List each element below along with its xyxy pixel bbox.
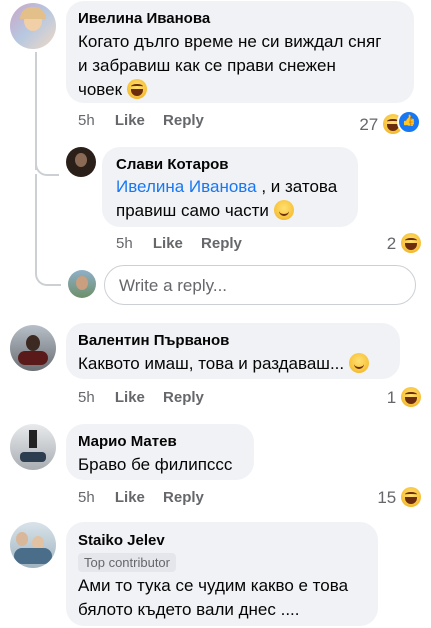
reaction-summary[interactable]: 27	[359, 110, 421, 135]
like-button[interactable]: Like	[115, 112, 145, 129]
reaction-summary[interactable]: 15	[377, 487, 421, 508]
comment-time[interactable]: 5h	[116, 235, 133, 252]
like-button[interactable]: Like	[153, 235, 183, 252]
smiling-emoji-icon	[273, 200, 294, 220]
comment-text: Каквото имаш, това и раздаваш...	[78, 352, 398, 376]
reply-button[interactable]: Reply	[201, 235, 242, 252]
laughing-emoji-icon	[126, 79, 147, 99]
avatar[interactable]	[10, 424, 56, 470]
reaction-count: 1	[386, 388, 397, 407]
haha-reaction-icon	[401, 487, 421, 507]
comment-time[interactable]: 5h	[78, 489, 95, 506]
comment-text: Когато дълго време не си виждал сняг и з…	[78, 32, 382, 99]
comment-author[interactable]: Марио Матев	[78, 433, 177, 450]
comment-text: Ивелина Иванова , и затова правиш само ч…	[116, 177, 338, 220]
mention-link[interactable]: Ивелина Иванова	[116, 177, 257, 196]
comment-actions: 5h Like Reply	[78, 389, 204, 406]
reply-button[interactable]: Reply	[163, 389, 204, 406]
current-user-avatar	[68, 270, 96, 298]
avatar[interactable]	[10, 522, 56, 568]
comment-actions: 5h Like Reply	[78, 112, 204, 129]
thread-connector	[35, 270, 61, 286]
like-button[interactable]: Like	[115, 389, 145, 406]
reaction-count: 15	[377, 488, 397, 507]
reaction-count: 2	[386, 234, 397, 253]
reaction-count: 27	[359, 115, 379, 134]
reply-input[interactable]: Write a reply...	[104, 265, 416, 305]
avatar[interactable]	[10, 3, 56, 49]
haha-reaction-icon	[401, 233, 421, 253]
comment-actions: 5h Like Reply	[116, 235, 242, 252]
reaction-summary[interactable]: 1	[387, 387, 421, 408]
reply-button[interactable]: Reply	[163, 489, 204, 506]
comment-author[interactable]: Staiko Jelev	[78, 532, 165, 549]
avatar[interactable]	[66, 147, 96, 177]
like-button[interactable]: Like	[115, 489, 145, 506]
comment-text: Ами то тука се чудим какво е това бялото…	[78, 576, 349, 619]
comment-author[interactable]: Ивелина Иванова	[78, 10, 210, 27]
reaction-summary[interactable]: 2	[387, 233, 421, 254]
winking-emoji-icon	[348, 353, 369, 373]
comment-actions: 5h Like Reply	[78, 489, 204, 506]
thread-line	[35, 174, 37, 274]
comment-time[interactable]: 5h	[78, 389, 95, 406]
top-contributor-badge: Top contributor	[78, 553, 176, 572]
avatar[interactable]	[10, 325, 56, 371]
haha-reaction-icon	[401, 387, 421, 407]
comment-text: Браво бе филипссс	[78, 455, 233, 474]
comment-author[interactable]: Валентин Първанов	[78, 332, 229, 349]
thread-line	[35, 52, 37, 170]
like-reaction-icon	[397, 110, 421, 134]
comment-time[interactable]: 5h	[78, 112, 95, 129]
comment-author[interactable]: Слави Котаров	[116, 156, 229, 173]
reply-button[interactable]: Reply	[163, 112, 204, 129]
thread-connector	[35, 160, 59, 176]
